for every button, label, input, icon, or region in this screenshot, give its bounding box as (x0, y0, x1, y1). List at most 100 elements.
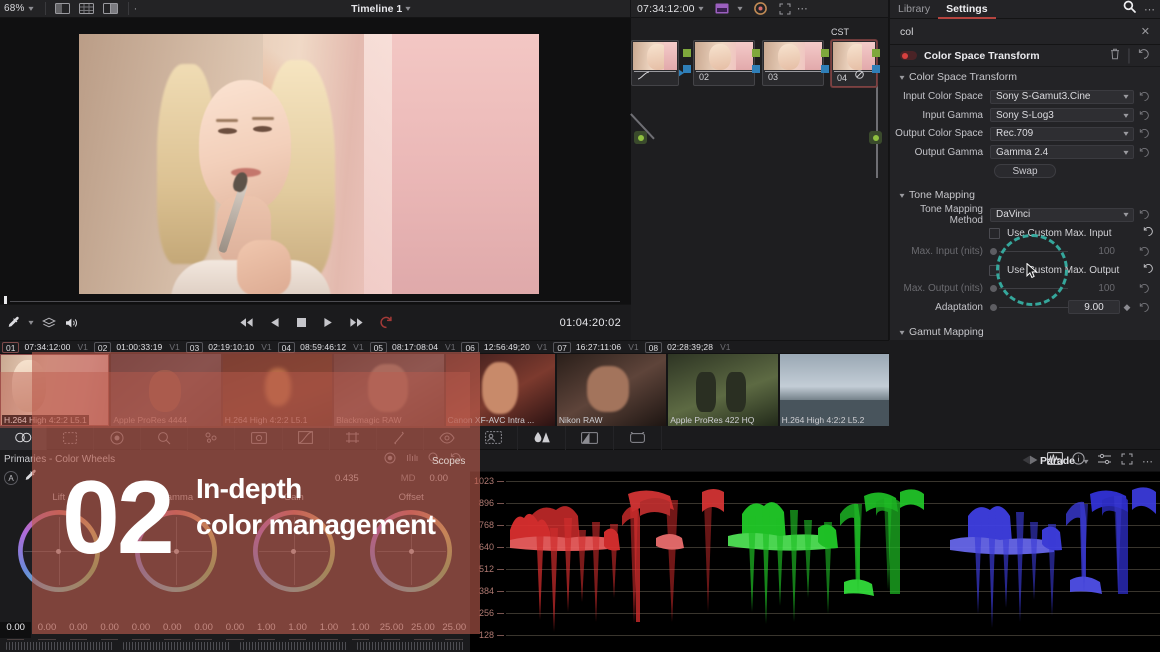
offset-b[interactable]: 25.00 (439, 622, 470, 638)
timeline-thumbnail[interactable]: Blackmagic RAW (334, 354, 443, 426)
reset-icon[interactable] (1134, 110, 1154, 121)
grid-view-icon[interactable] (77, 2, 97, 16)
timeline-thumbnail[interactable]: Nikon RAW (557, 354, 666, 426)
log-wheels-icon[interactable] (94, 426, 141, 450)
magic-mask-icon[interactable] (377, 426, 424, 450)
chevron-down-icon[interactable]: ▾ (899, 191, 904, 200)
chevron-down-icon[interactable]: ▾ (28, 4, 33, 13)
viewer-scrubber[interactable] (0, 300, 631, 303)
clip-number[interactable]: 07 (553, 342, 570, 353)
gain-g[interactable]: 1.00 (282, 622, 313, 638)
chevron-down-icon[interactable]: ▾ (899, 73, 904, 82)
section-header[interactable]: ▾ Gamut Mapping (890, 322, 1160, 342)
trash-icon[interactable] (1110, 47, 1120, 65)
waveform-scope-canvas[interactable]: 1023 896 768 640 512 384 256 128 (470, 472, 1160, 652)
expand-icon[interactable] (1121, 452, 1133, 470)
split-screen-icon[interactable] (101, 2, 121, 16)
search-icon[interactable] (1123, 0, 1136, 18)
refresh-icon[interactable] (614, 426, 662, 450)
wipe-icon[interactable] (1022, 452, 1038, 470)
lift-g[interactable]: 0.00 (63, 622, 94, 638)
drop-contrast-icon[interactable] (518, 426, 566, 450)
close-icon[interactable]: ✕ (1141, 25, 1150, 38)
offset-slider[interactable] (357, 642, 464, 650)
node-output-port[interactable] (869, 131, 882, 144)
lift-b[interactable]: 0.00 (94, 622, 125, 638)
viewer-more-icon[interactable]: · (134, 3, 139, 15)
gain-slider[interactable] (240, 642, 347, 650)
timecode-chevron-down-icon[interactable]: ▾ (698, 4, 703, 13)
gamma-slider[interactable] (123, 642, 230, 650)
scope-type-select[interactable]: Parade (1040, 455, 1075, 467)
sliders-icon[interactable] (1097, 452, 1112, 470)
key-icon[interactable] (424, 426, 470, 450)
timeline-thumbnail[interactable]: H.264 High 4:2:2 L5.1 (0, 354, 109, 426)
output-color-space-dropdown[interactable]: Rec.709 ▾ (990, 127, 1134, 141)
adaptation-slider[interactable] (990, 304, 1068, 311)
output-gamma-dropdown[interactable]: Gamma 2.4 ▾ (990, 145, 1134, 159)
reset-icon[interactable] (1134, 147, 1154, 158)
picker-icon[interactable] (24, 469, 37, 487)
wheel-offset[interactable]: Offset (353, 488, 471, 616)
effect-enable-toggle[interactable] (900, 51, 917, 60)
lut-icon[interactable] (712, 2, 732, 16)
section-header[interactable]: ▾ Color Space Transform (890, 67, 1160, 87)
color-warper-icon[interactable] (141, 426, 188, 450)
gamma-b[interactable]: 0.00 (219, 622, 250, 638)
tone-mapping-method-dropdown[interactable]: DaVinci ▾ (990, 208, 1134, 222)
gain-y[interactable]: 1.00 (345, 622, 376, 638)
tracker-icon[interactable] (330, 426, 377, 450)
gain-b[interactable]: 1.00 (313, 622, 344, 638)
clip-number[interactable]: 03 (186, 342, 203, 353)
tint-icon[interactable] (406, 452, 418, 466)
stop-icon[interactable] (296, 317, 307, 328)
fullscreen-icon[interactable] (775, 2, 795, 16)
node-graph-panel[interactable]: 02 03 CST 04 (631, 18, 889, 340)
lift-r[interactable]: 0.00 (31, 622, 62, 638)
auto-balance-icon[interactable]: A (4, 471, 18, 485)
contrast-value[interactable]: 0.435 (335, 473, 359, 484)
primaries-bars-icon[interactable] (47, 426, 94, 450)
search-input[interactable]: col ✕ (900, 25, 1150, 38)
timeline-thumbnail[interactable]: Apple ProRes 4444 (111, 354, 220, 426)
skip-back-icon[interactable] (239, 317, 254, 328)
gamma-g[interactable]: 0.00 (188, 622, 219, 638)
md-value[interactable]: 0.00 (422, 473, 471, 484)
tab-settings[interactable]: Settings (938, 0, 995, 19)
node-01[interactable] (631, 40, 679, 86)
more-options-icon[interactable]: ⋯ (797, 2, 809, 15)
reset-icon[interactable] (1134, 302, 1154, 313)
node-source-port[interactable] (634, 131, 647, 144)
max-input-value[interactable]: 100 (1068, 245, 1120, 259)
section-header[interactable]: ▾ Tone Mapping (890, 185, 1160, 205)
reset-icon[interactable] (1143, 224, 1154, 242)
swap-button[interactable]: Swap (994, 164, 1056, 178)
max-input-slider[interactable] (990, 248, 1068, 255)
qualifier-icon[interactable] (188, 426, 235, 450)
input-color-space-dropdown[interactable]: Sony S-Gamut3.Cine ▾ (990, 90, 1134, 104)
reset-icon[interactable] (1134, 283, 1154, 294)
chevron-down-icon[interactable]: ▾ (1083, 457, 1088, 466)
reset-icon[interactable] (1134, 91, 1154, 102)
reset-icon[interactable] (1134, 246, 1154, 257)
curves-icon[interactable] (283, 426, 330, 450)
inspector-more-options-icon[interactable]: ⋯ (1144, 3, 1156, 16)
play-icon[interactable] (323, 317, 333, 328)
reset-icon[interactable] (1143, 261, 1154, 279)
lut-chevron-down-icon[interactable]: ▾ (737, 4, 742, 13)
reset-icon[interactable] (1134, 209, 1154, 220)
gain-r[interactable]: 1.00 (251, 622, 282, 638)
clip-number[interactable]: 08 (645, 342, 662, 353)
lift-y[interactable]: 0.00 (125, 622, 156, 638)
gamma-r[interactable]: 0.00 (157, 622, 188, 638)
adaptation-value[interactable]: 9.00 (1068, 300, 1120, 314)
node-02[interactable]: 02 (693, 40, 755, 86)
timeline-thumbnail[interactable]: Apple ProRes 422 HQ (668, 354, 777, 426)
use-custom-max-output-checkbox[interactable] (989, 265, 1000, 276)
offset-r[interactable]: 25.00 (376, 622, 407, 638)
timeline-thumbnail[interactable]: Canon XF-AVC Intra ... (446, 354, 555, 426)
play-reverse-icon[interactable] (270, 317, 280, 328)
wheel-gain[interactable]: Gain (235, 488, 353, 616)
temp-icon[interactable] (384, 452, 396, 467)
input-gamma-dropdown[interactable]: Sony S-Log3 ▾ (990, 108, 1134, 122)
